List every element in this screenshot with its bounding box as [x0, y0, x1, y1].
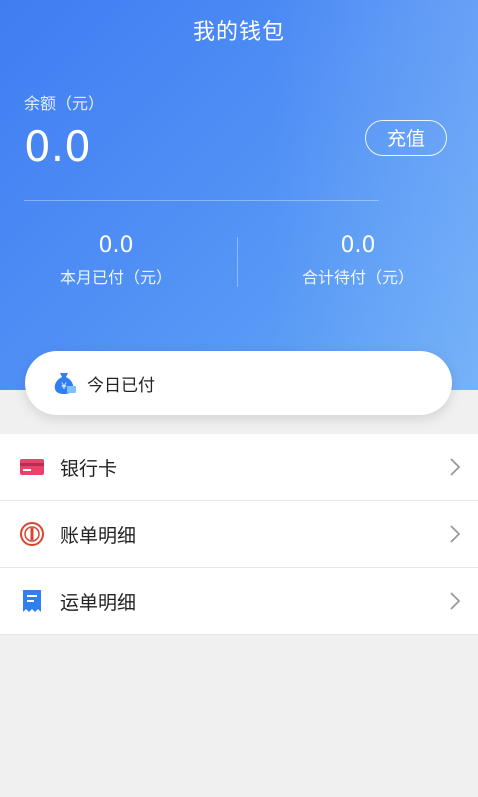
menu-item-waybill-detail[interactable]: 运单明细 — [0, 568, 478, 635]
chevron-right-icon — [450, 525, 461, 543]
month-paid-value: 0.0 — [98, 233, 134, 258]
wallet-menu: 银行卡 账单明细 运单明细 — [0, 434, 478, 635]
money-bag-icon: ¥ — [54, 373, 76, 394]
wallet-header: 我的钱包 余额（元） 0.0 充值 0.0 本月已付（元） 0.0 合计待付（元… — [0, 0, 478, 390]
recharge-button[interactable]: 充值 — [365, 120, 447, 156]
bank-card-icon — [20, 459, 44, 475]
balance-label: 余额（元） — [24, 94, 105, 113]
waybill-icon — [23, 590, 41, 612]
bill-icon — [20, 522, 44, 546]
total-pending-value: 0.0 — [340, 233, 376, 258]
chevron-right-icon — [450, 458, 461, 476]
menu-item-label: 运单明细 — [60, 591, 137, 614]
balance-value: 0.0 — [24, 122, 91, 171]
header-divider — [24, 200, 379, 201]
total-pending-stat: 0.0 合计待付（元） — [258, 233, 458, 288]
menu-item-bank-card[interactable]: 银行卡 — [0, 434, 478, 501]
today-paid-label: 今日已付 — [87, 375, 155, 396]
total-pending-label: 合计待付（元） — [301, 268, 414, 287]
month-paid-stat: 0.0 本月已付（元） — [16, 233, 216, 288]
svg-text:¥: ¥ — [61, 382, 67, 392]
month-paid-label: 本月已付（元） — [59, 268, 172, 287]
menu-item-bill-detail[interactable]: 账单明细 — [0, 501, 478, 568]
header-decoration — [270, 0, 478, 390]
page-title: 我的钱包 — [192, 20, 285, 45]
menu-item-label: 账单明细 — [60, 524, 137, 547]
stats-divider — [237, 237, 238, 287]
menu-item-label: 银行卡 — [60, 457, 118, 480]
chevron-right-icon — [450, 592, 461, 610]
today-paid-card[interactable]: ¥ 今日已付 — [25, 351, 452, 415]
